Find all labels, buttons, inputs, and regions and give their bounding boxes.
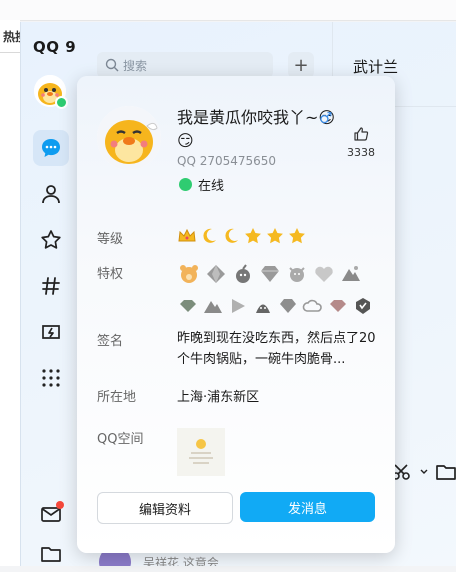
avatar[interactable] bbox=[34, 75, 68, 109]
qq-penguin-avatar-icon bbox=[97, 106, 161, 170]
online-dot bbox=[55, 96, 68, 109]
chat-title: 武计兰 bbox=[353, 58, 399, 76]
signature-text: 昨晚到现在没吃东西，然后点了20个牛肉锅贴，一碗牛肉脆骨... bbox=[177, 331, 376, 367]
status-text: 在线 bbox=[198, 179, 225, 194]
nav-chat[interactable] bbox=[33, 130, 69, 166]
search-input[interactable]: 搜索 bbox=[97, 52, 273, 78]
apps-icon bbox=[42, 369, 60, 387]
bomb-icon bbox=[256, 304, 270, 313]
profile-card: 我是黄瓜你咬我丫~😏😏 ♂ 3338 QQ 2705475650 在线 等级 特… bbox=[77, 76, 395, 553]
cloud-icon bbox=[302, 299, 322, 312]
qq-zone-thumbnail[interactable] bbox=[177, 428, 225, 476]
diamond-icon bbox=[261, 266, 279, 282]
gem-icon bbox=[330, 300, 346, 312]
bomb-icon bbox=[236, 264, 250, 283]
sidebar-nav: QQ 9 bbox=[21, 22, 81, 566]
hashtag-icon bbox=[42, 277, 60, 295]
send-message-button[interactable]: 发消息 bbox=[240, 492, 375, 522]
qq-zone-photo bbox=[177, 428, 225, 476]
face-icon bbox=[289, 267, 305, 282]
plus-icon: + bbox=[293, 54, 309, 76]
level-icons[interactable] bbox=[177, 226, 307, 246]
level-label: 等级 bbox=[97, 232, 124, 247]
diamond-icon bbox=[207, 265, 225, 283]
badge-icon bbox=[356, 298, 370, 314]
bear-badge-icon bbox=[180, 265, 198, 283]
privilege-icons-row2[interactable] bbox=[177, 294, 374, 318]
star-icon bbox=[267, 228, 283, 244]
game-icon bbox=[42, 325, 60, 339]
online-status[interactable]: 在线 bbox=[179, 175, 224, 194]
nav-channels[interactable] bbox=[33, 268, 69, 304]
nav-games[interactable] bbox=[33, 314, 69, 350]
mountain-icon bbox=[204, 301, 222, 313]
background-divider bbox=[0, 52, 20, 53]
online-status-icon bbox=[179, 178, 192, 191]
browser-top-strip bbox=[0, 0, 456, 21]
gem-icon bbox=[180, 300, 196, 312]
qq-logo: QQ 9 bbox=[33, 38, 77, 56]
background-window bbox=[0, 20, 20, 566]
edit-profile-button[interactable]: 编辑资料 bbox=[97, 492, 233, 524]
signature-label: 签名 bbox=[97, 334, 124, 349]
play-icon bbox=[232, 299, 245, 313]
star-icon bbox=[41, 230, 61, 249]
star-icon bbox=[289, 228, 305, 244]
crown-icon bbox=[178, 228, 196, 242]
nav-favorites[interactable] bbox=[33, 222, 69, 258]
qq-zone-label: QQ空间 bbox=[97, 432, 144, 447]
moon-icon bbox=[203, 228, 216, 243]
location-value: 上海·浦东新区 bbox=[177, 390, 260, 405]
folder-icon[interactable] bbox=[435, 462, 456, 482]
contacts-icon bbox=[42, 185, 60, 204]
chat-toolbar bbox=[391, 462, 456, 482]
privilege-icons-row1[interactable] bbox=[177, 262, 363, 286]
thumbs-up-icon bbox=[354, 127, 369, 141]
nav-mail[interactable] bbox=[33, 496, 69, 532]
notification-badge bbox=[56, 501, 64, 509]
like-count: 3338 bbox=[347, 146, 375, 159]
qq-number: QQ 2705475650 bbox=[177, 154, 277, 168]
privilege-label: 特权 bbox=[97, 267, 124, 282]
diamond-icon bbox=[280, 299, 296, 313]
mountain-icon bbox=[342, 266, 360, 281]
nav-files[interactable] bbox=[33, 536, 69, 572]
heart-icon bbox=[315, 266, 333, 282]
chat-icon bbox=[42, 139, 60, 157]
nav-apps[interactable] bbox=[33, 360, 69, 396]
profile-avatar[interactable] bbox=[97, 106, 161, 170]
nav-contacts[interactable] bbox=[33, 176, 69, 212]
chevron-down-icon[interactable] bbox=[419, 467, 429, 477]
list-item-name: 吴祥花 这竟会 都留 bbox=[143, 556, 219, 566]
add-button[interactable]: + bbox=[288, 52, 314, 78]
moon-icon bbox=[225, 228, 238, 243]
search-icon bbox=[105, 58, 119, 72]
star-icon bbox=[245, 228, 261, 244]
location-label: 所在地 bbox=[97, 390, 137, 405]
gender-male-icon: ♂ bbox=[319, 109, 333, 127]
search-placeholder: 搜索 bbox=[123, 58, 148, 73]
like-button[interactable]: 3338 bbox=[343, 126, 379, 159]
folder-icon bbox=[41, 547, 61, 562]
